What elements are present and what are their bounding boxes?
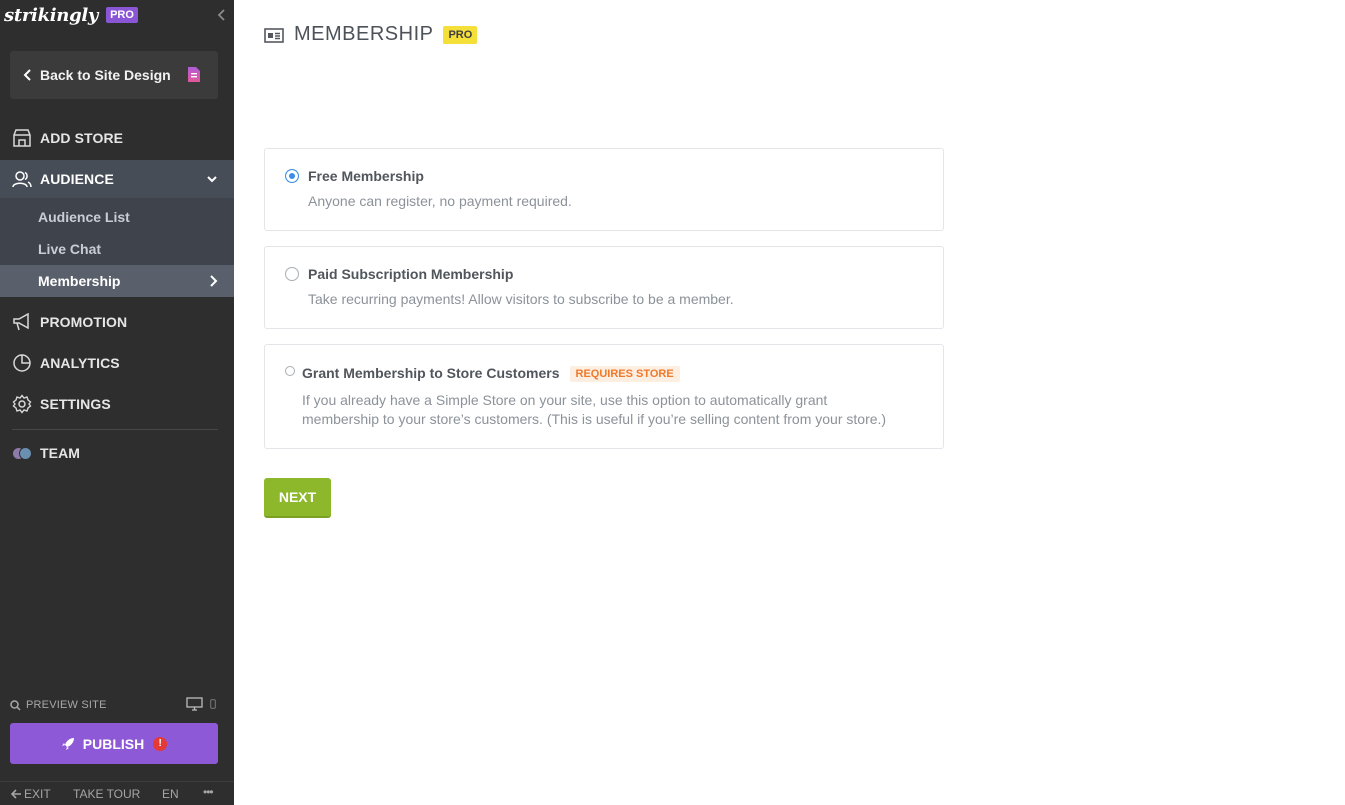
preview-site-row[interactable]: PREVIEW SITE <box>10 697 218 713</box>
nav-promotion[interactable]: PROMOTION <box>0 303 234 341</box>
exit-label: EXIT <box>24 787 51 801</box>
option-paid-subscription[interactable]: Paid Subscription Membership Take recurr… <box>264 246 944 329</box>
chevron-right-icon <box>210 275 218 287</box>
brand-pro-badge: PRO <box>106 7 138 23</box>
preview-site-label: PREVIEW SITE <box>26 699 107 711</box>
radio-grant-store-customers[interactable] <box>285 366 295 376</box>
language-selector[interactable]: EN <box>162 787 179 801</box>
audience-icon <box>12 169 32 189</box>
next-button[interactable]: NEXT <box>264 478 331 518</box>
device-toggle <box>186 697 216 711</box>
search-icon <box>10 699 21 711</box>
option-desc: Take recurring payments! Allow visitors … <box>308 291 734 307</box>
sidebar-divider <box>12 429 218 430</box>
gear-icon <box>12 394 32 414</box>
publish-label: PUBLISH <box>82 735 145 752</box>
nav-label: AUDIENCE <box>40 171 114 187</box>
desktop-icon[interactable] <box>186 697 203 711</box>
nav-add-store[interactable]: ADD STORE <box>0 119 234 157</box>
nav-label: TEAM <box>40 445 81 461</box>
subnav-audience-list[interactable]: Audience List <box>0 201 234 233</box>
radio-free-membership[interactable] <box>285 169 299 183</box>
back-label: Back to Site Design <box>40 67 171 83</box>
option-free-membership[interactable]: Free Membership Anyone can register, no … <box>264 148 944 231</box>
nav-team[interactable]: TEAM <box>0 434 234 472</box>
radio-paid-subscription[interactable] <box>285 267 299 281</box>
mobile-icon[interactable] <box>210 699 216 709</box>
rocket-icon <box>61 737 74 750</box>
option-title: Grant Membership to Store Customers <box>302 365 560 381</box>
chevron-down-icon <box>207 176 217 183</box>
nav-label: ADD STORE <box>40 130 124 146</box>
main-content: MEMBERSHIP PRO Free Membership Anyone ca… <box>234 0 1345 805</box>
publish-button[interactable]: PUBLISH ! <box>10 723 218 764</box>
option-grant-store-customers[interactable]: Grant Membership to Store Customers REQUI… <box>264 344 944 449</box>
requires-store-badge: REQUIRES STORE <box>569 366 680 382</box>
nav-analytics[interactable]: ANALYTICS <box>0 344 234 382</box>
option-desc-line1: If you already have a Simple Store on yo… <box>302 392 828 408</box>
sidebar: strikingly PRO Back to Site Design ADD S… <box>0 0 234 805</box>
nav-audience[interactable]: AUDIENCE <box>0 160 234 198</box>
store-icon <box>12 128 32 148</box>
brand[interactable]: strikingly PRO <box>4 2 138 28</box>
option-title: Free Membership <box>308 168 424 184</box>
audience-subnav: Audience List Live Chat Membership <box>0 198 234 297</box>
page-title: MEMBERSHIP <box>294 23 434 45</box>
subnav-live-chat[interactable]: Live Chat <box>0 233 234 265</box>
pro-badge: PRO <box>443 25 478 44</box>
collapse-sidebar-icon[interactable] <box>216 8 228 22</box>
nav-label: PROMOTION <box>40 314 128 330</box>
nav-label: ANALYTICS <box>40 355 120 371</box>
pie-chart-icon <box>12 353 32 373</box>
megaphone-icon <box>12 312 32 332</box>
nav-settings[interactable]: SETTINGS <box>0 385 234 423</box>
take-tour-link[interactable]: TAKE TOUR <box>73 787 140 801</box>
brand-logo: strikingly <box>4 4 99 26</box>
document-icon <box>188 67 200 82</box>
sidebar-footer: EXIT TAKE TOUR EN ••• <box>0 781 234 805</box>
membership-card-icon <box>264 27 284 43</box>
chevron-left-icon <box>23 69 31 81</box>
option-desc: Anyone can register, no payment required… <box>308 193 572 209</box>
back-to-site-design-button[interactable]: Back to Site Design <box>10 51 218 99</box>
nav-label: SETTINGS <box>40 396 111 412</box>
page-header: MEMBERSHIP PRO <box>264 23 478 46</box>
more-menu-icon[interactable]: ••• <box>203 785 214 799</box>
option-title-row: Grant Membership to Store Customers REQUI… <box>302 365 680 382</box>
subnav-membership-label: Membership <box>38 273 121 289</box>
exit-link[interactable]: EXIT <box>11 787 51 801</box>
team-avatars-icon <box>12 443 32 463</box>
subnav-membership[interactable]: Membership <box>0 265 234 297</box>
publish-alert-badge: ! <box>153 736 168 751</box>
option-desc-line2: membership to your store’s customers. (T… <box>302 411 887 427</box>
arrow-left-icon <box>11 789 21 799</box>
option-title: Paid Subscription Membership <box>308 266 514 282</box>
